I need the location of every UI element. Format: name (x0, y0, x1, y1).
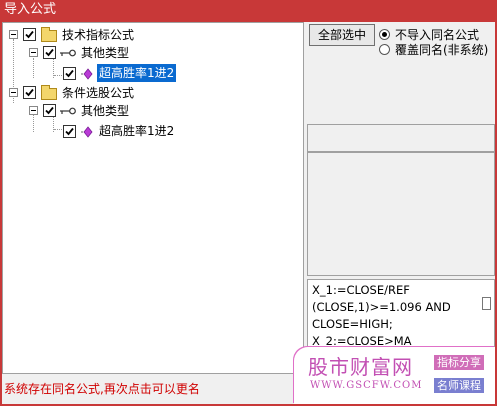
tree-node-other-types[interactable]: 其他类型 (3, 44, 303, 62)
folder-icon (41, 85, 57, 100)
select-all-button[interactable]: 全部选中 (309, 24, 375, 46)
watermark-site-name: 股市财富网 (308, 355, 413, 379)
tree-node-tech-indicators[interactable]: 技术指标公式 (3, 26, 303, 44)
diamond-icon (81, 126, 93, 138)
radio-button[interactable] (379, 44, 390, 55)
radio-label: 覆盖同名(非系统) (395, 43, 489, 57)
radio-label: 不导入同名公式 (395, 28, 480, 42)
node-checkbox[interactable] (23, 86, 36, 99)
node-checkbox[interactable] (43, 104, 56, 117)
checkmark-icon (25, 30, 34, 39)
radio-button[interactable] (379, 29, 390, 40)
tree-node-formula[interactable]: 超高胜率1进2 (3, 122, 303, 140)
watermark-tag: 名师课程 (434, 378, 484, 393)
checkmark-icon (25, 88, 34, 97)
scrollbar-thumb[interactable] (482, 297, 491, 310)
checkmark-icon (65, 69, 74, 78)
key-icon (60, 49, 76, 57)
description-pane (307, 152, 495, 276)
collapse-toggle-icon[interactable] (9, 30, 18, 39)
collapse-toggle-icon[interactable] (29, 106, 38, 115)
dialog-client: 技术指标公式 其他类型 超高胜率1进2 条件选股公式 其他类型 超高胜率1进2 … (2, 22, 495, 404)
key-icon (60, 107, 76, 115)
folder-icon (41, 27, 57, 42)
node-checkbox[interactable] (63, 67, 76, 80)
info-pane (307, 124, 495, 152)
tree-node-formula[interactable]: 超高胜率1进2 (3, 64, 303, 82)
watermark-url: WWW.GSCFW.COM (310, 380, 423, 391)
formula-tree[interactable]: 技术指标公式 其他类型 超高胜率1进2 条件选股公式 其他类型 超高胜率1进2 (2, 22, 304, 374)
tree-node-label: 超高胜率1进2 (99, 124, 175, 138)
status-message: 系统存在同名公式,再次点击可以更名 (4, 382, 200, 396)
tree-node-label: 技术指标公式 (62, 28, 135, 42)
tree-node-label: 超高胜率1进2 (97, 64, 177, 82)
checkmark-icon (45, 48, 54, 57)
window-title: 导入公式 (0, 0, 497, 22)
tree-node-other-types[interactable]: 其他类型 (3, 102, 303, 120)
collapse-toggle-icon[interactable] (9, 88, 18, 97)
tree-node-label: 其他类型 (81, 104, 130, 118)
node-checkbox[interactable] (63, 125, 76, 138)
watermark-logo: 股市财富网 指标分享 WWW.GSCFW.COM 名师课程 (294, 347, 495, 404)
node-checkbox[interactable] (23, 28, 36, 41)
tree-node-stock-screener[interactable]: 条件选股公式 (3, 84, 303, 102)
tree-node-label: 条件选股公式 (62, 86, 135, 100)
checkmark-icon (45, 106, 54, 115)
checkmark-icon (65, 127, 74, 136)
watermark-tag: 指标分享 (434, 355, 484, 370)
diamond-icon (81, 68, 93, 80)
node-checkbox[interactable] (43, 46, 56, 59)
tree-node-label: 其他类型 (81, 46, 130, 60)
collapse-toggle-icon[interactable] (29, 48, 38, 57)
formula-text: X_1:=CLOSE/REF (CLOSE,1)>=1.096 AND CLOS… (312, 283, 451, 348)
